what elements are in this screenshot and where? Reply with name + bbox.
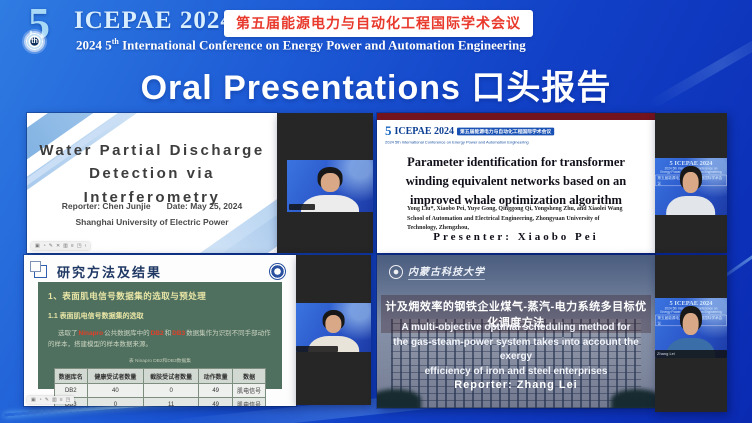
toolbar-icon[interactable]: ✕ — [56, 243, 60, 249]
content-panel: 1、表面肌电信号数据集的选取与预处理 1.1 表面肌电信号数据集的选取 选取了N… — [38, 282, 282, 389]
toolbar-icon[interactable]: ≡ — [60, 397, 63, 403]
slide-title: Parameter identification for transformer… — [391, 153, 641, 209]
section-1-heading: 1、表面肌电信号数据集的选取与预处理 — [48, 290, 272, 302]
toolbar-icon[interactable]: ◔ — [39, 397, 42, 403]
page-title: Oral Presentations 口头报告 — [0, 60, 752, 109]
school-seal-icon — [269, 263, 286, 280]
university-logo-block: 内蒙古科技大学 — [389, 263, 485, 280]
toolbar-icon[interactable]: ≡ — [71, 243, 74, 249]
webcam-presenter-3: 5 ICEPAE 2024 2024 5th International Con… — [296, 303, 371, 352]
mini-badge-cn: 第五届能源电力与自动化工程国际学术会议 — [457, 127, 554, 135]
slide-parameter-identification: 5 ICEPAE 2024 第五届能源电力与自动化工程国际学术会议 2024 5… — [377, 113, 655, 253]
page-canvas: 5 th ICEPAE 2024 第五届能源电力与自动化工程国际学术会议 202… — [0, 0, 752, 423]
table-row: DB2 40 0 49 肌电信号 — [54, 384, 266, 398]
slide-water-partial-discharge: Water Partial DischargeDetection via Int… — [27, 113, 277, 253]
video-sidebar-q1: 5 ICEPAE 2024 2024 5th International Con… — [277, 113, 373, 253]
participant-name-tag — [289, 204, 315, 210]
maroon-top-bar — [377, 113, 655, 120]
slide-header: 研究方法及结果 — [34, 262, 286, 281]
conference-subtitle-en: 2024 5th International Conference on Ene… — [76, 37, 526, 53]
webcam-presenter-2: 5 ICEPAE 2024 2024 5th International Con… — [655, 158, 727, 215]
conference-banner: 5 th ICEPAE 2024 第五届能源电力与自动化工程国际学术会议 202… — [0, 0, 752, 56]
conference-badge-cn: 第五届能源电力与自动化工程国际学术会议 — [224, 10, 533, 37]
mini-subtitle: 2024 5th International Conference on Ene… — [385, 140, 529, 145]
webcam-presenter-4: 5 ICEPAE 2024 2024 5th International Con… — [655, 298, 727, 358]
table-caption: 表 Ninapro DB2和DB3数据集 — [93, 357, 227, 364]
reporter-line: Reporter: Zhang Lei — [377, 379, 655, 391]
video-sidebar-q4: 5 ICEPAE 2024 2024 5th International Con… — [655, 255, 727, 412]
slide-research-methods: 研究方法及结果 1、表面肌电信号数据集的选取与预处理 1.1 表面肌电信号数据集… — [24, 255, 296, 406]
slide-affiliation: Shanghai University of Electric Power — [27, 217, 277, 227]
conference-brand: ICEPAE 2024 — [74, 7, 234, 35]
icepae-mini-logo: 5 — [385, 123, 392, 139]
participant-name-tag — [296, 346, 338, 352]
section-1-1-heading: 1.1 表面肌电信号数据集的选取 — [48, 311, 272, 321]
video-sidebar-q2: 5 ICEPAE 2024 2024 5th International Con… — [655, 113, 727, 253]
university-seal-icon — [389, 265, 403, 279]
slide-multi-objective-scheduling: 内蒙古科技大学 计及㶲效率的钢铁企业煤气-蒸汽-电力系统多目标优化调度方法 A … — [377, 255, 655, 408]
toolbar-icon[interactable]: ◳ — [66, 397, 71, 403]
university-name-cn: 内蒙古科技大学 — [408, 263, 485, 280]
presenter-line: Presenter: Xiaobo Pei — [377, 231, 655, 243]
presenter-figure — [669, 166, 714, 215]
section-squares-icon — [34, 265, 47, 278]
body-paragraph: 选取了Ninapro公共数据库中的DB2和DB3数据集作为识别不同手部动作的样本… — [48, 328, 272, 350]
presenter-toolbar: ▣ ◔ ✎ ✕ ▥ ≡ ◳ ‹ — [31, 242, 90, 250]
slide-reporter-line: Reporter: Chen JunjieDate: May 25, 2024 — [27, 201, 277, 211]
table-header-row: 数据库名 健康受试者数量 截肢受试者数量 动作数量 数据 — [54, 369, 266, 384]
toolbar-icon[interactable]: ◳ — [77, 243, 82, 249]
toolbar-icon[interactable]: ▥ — [52, 397, 57, 403]
icepae-logo-th-globe-icon: th — [26, 33, 43, 50]
slide-title: Water Partial DischargeDetection via Int… — [27, 139, 277, 209]
participant-name-tag: Zhang Lei — [655, 350, 727, 358]
webcam-presenter-1: 5 ICEPAE 2024 2024 5th International Con… — [287, 160, 373, 212]
toolbar-icon[interactable]: ◔ — [43, 243, 46, 249]
dataset-table: 数据库名 健康受试者数量 截肢受试者数量 动作数量 数据 DB2 40 0 49… — [54, 368, 267, 406]
slide-authors: Yong Liu*, Xiaobo Pei, Yuye Gong, Qinggo… — [407, 205, 629, 234]
slide-title-en: A multi-objective optimal scheduling met… — [383, 321, 649, 379]
toolbar-icon[interactable]: ▣ — [31, 397, 36, 403]
toolbar-icon[interactable]: ✎ — [45, 397, 49, 403]
toolbar-icon[interactable]: ▣ — [35, 243, 40, 249]
toolbar-icon[interactable]: ▥ — [63, 243, 68, 249]
table-row: DB3 0 11 49 肌电信号 — [54, 398, 266, 406]
toolbar-icon[interactable]: ‹ — [85, 243, 87, 249]
video-sidebar-q3: 5 ICEPAE 2024 2024 5th International Con… — [296, 255, 371, 405]
presenter-toolbar: ▣ ◔ ✎ ▥ ≡ ◳ — [27, 396, 74, 404]
section-title: 研究方法及结果 — [57, 262, 162, 281]
toolbar-icon[interactable]: ✎ — [49, 243, 53, 249]
